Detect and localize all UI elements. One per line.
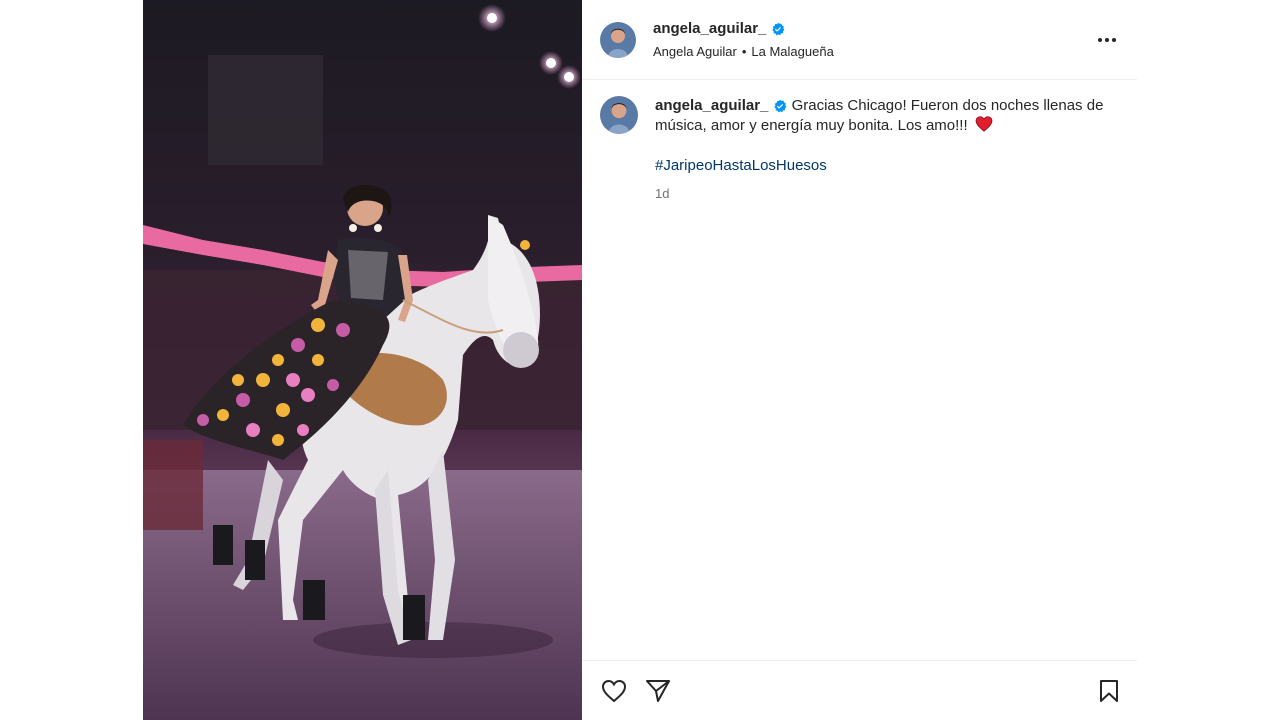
action-bar	[582, 660, 1137, 720]
heart-icon[interactable]	[600, 677, 628, 705]
verified-badge-icon	[772, 22, 785, 35]
caption-author-avatar[interactable]	[600, 96, 638, 134]
author-username[interactable]: angela_aguilar_	[653, 20, 766, 37]
red-heart-emoji-icon	[975, 116, 993, 132]
caption-comment: angela_aguilar_ Gracias Chicago! Fueron …	[600, 96, 1119, 204]
comments-section: angela_aguilar_ Gracias Chicago! Fueron …	[582, 80, 1137, 660]
author-display-name[interactable]: Angela Aguilar	[653, 44, 737, 59]
bookmark-icon[interactable]	[1095, 677, 1123, 705]
post-media[interactable]	[143, 0, 582, 720]
comment-time[interactable]: 1d	[655, 184, 1105, 204]
post-photo	[143, 0, 582, 720]
hashtag-link[interactable]: #JaripeoHastaLosHuesos	[655, 156, 1105, 176]
send-icon[interactable]	[644, 677, 672, 705]
post-details: angela_aguilar_ Angela Aguilar • La Mala…	[582, 0, 1137, 720]
audio-title[interactable]: La Malagueña	[751, 44, 833, 59]
avatar-image	[600, 21, 636, 58]
post-modal: angela_aguilar_ Angela Aguilar • La Mala…	[143, 0, 1137, 720]
avatar-image	[600, 96, 638, 134]
post-header: angela_aguilar_ Angela Aguilar • La Mala…	[582, 0, 1137, 80]
verified-badge-icon	[774, 99, 787, 113]
author-avatar[interactable]	[600, 21, 636, 58]
header-separator: •	[741, 44, 747, 59]
caption-username-text[interactable]: angela_aguilar_	[655, 96, 768, 116]
caption-author-username[interactable]: angela_aguilar_	[655, 96, 787, 116]
more-options-icon[interactable]	[1095, 28, 1119, 52]
